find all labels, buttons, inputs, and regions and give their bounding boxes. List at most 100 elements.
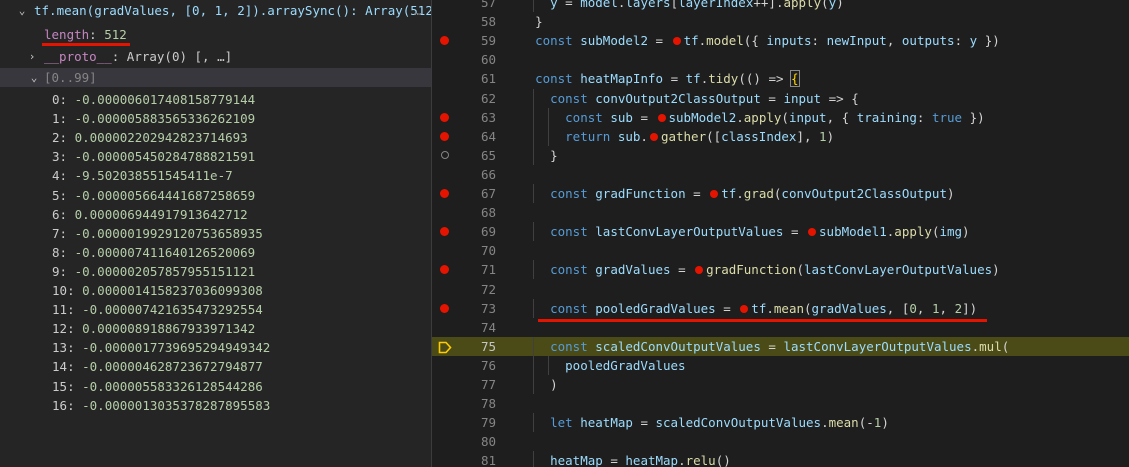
code-line[interactable]: 79 let heatMap = scaledConvOutputValues.… <box>432 413 1129 433</box>
array-item-value: 0.000008918867933971342 <box>82 321 256 337</box>
line-number: 57 <box>480 0 496 10</box>
array-item-value: -0.000001992912075365893​5 <box>74 225 263 241</box>
array-item-index: 12 <box>52 321 68 337</box>
inline-breakpoint-icon[interactable] <box>808 228 817 237</box>
array-item-row[interactable]: 3: -0.000005450284788821591 <box>0 147 431 166</box>
array-item-index: 6 <box>52 206 60 222</box>
inline-breakpoint-icon[interactable] <box>649 132 658 141</box>
array-item-row[interactable]: 10: 0.000001415823703609930​8 <box>0 281 431 300</box>
line-number: 67 <box>480 186 496 201</box>
code-line[interactable]: 61 const heatMapInfo = tf.tidy(() => { <box>432 69 1129 88</box>
array-item-row[interactable]: 7: -0.000001992912075365893​5 <box>0 224 431 243</box>
breakpoint-icon[interactable] <box>440 36 449 46</box>
line-number: 79 <box>480 415 496 431</box>
array-item-row[interactable]: 15: -0.000005583326128544286 <box>0 377 431 396</box>
line-number: 58 <box>480 14 496 30</box>
code-line[interactable]: 80 <box>432 432 1129 451</box>
array-item-index: 8 <box>52 244 60 260</box>
inline-breakpoint-icon[interactable] <box>710 190 719 198</box>
array-item-row[interactable]: 6: 0.000006944917913642712 <box>0 205 431 224</box>
code-line[interactable]: 81 heatMap = heatMap.relu() <box>432 451 1129 467</box>
line-number: 76 <box>480 357 496 373</box>
array-item-row[interactable]: 2: 0.0000022029428237146​93 <box>0 128 431 147</box>
length-value: 512 <box>104 27 127 42</box>
code-line[interactable]: 66 <box>432 165 1129 184</box>
array-item-index: 15 <box>52 378 68 394</box>
inline-breakpoint-icon[interactable] <box>740 304 749 313</box>
array-item-row[interactable]: 9: -0.000002057857955151121 <box>0 262 431 281</box>
variable-group-row[interactable]: ⌄ [0..99] <box>0 68 431 87</box>
line-number: 78 <box>480 396 496 412</box>
code-line[interactable]: 62 const convOutput2ClassOutput = input … <box>432 88 1129 108</box>
code-line[interactable]: 71 const gradValues = gradFunction(lastC… <box>432 260 1129 280</box>
line-number: 81 <box>480 453 496 467</box>
breakpoint-icon[interactable] <box>440 189 449 198</box>
code-line[interactable]: 70 <box>432 241 1129 260</box>
array-item-value: -0.000001773969529494934​2 <box>82 340 271 356</box>
disabled-breakpoint-icon[interactable] <box>441 150 449 159</box>
code-line[interactable]: 78 <box>432 394 1129 413</box>
line-number: 75 <box>480 338 496 354</box>
inline-breakpoint-icon[interactable] <box>672 37 681 46</box>
array-item-row[interactable]: 4: -9.502038551545411e-7 <box>0 166 431 185</box>
chevron-right-icon[interactable]: › <box>26 47 38 66</box>
breakpoint-icon[interactable] <box>440 112 449 122</box>
code-text: ) <box>550 377 558 392</box>
code-text: const heatMapInfo = tf.tidy(() => { <box>535 70 800 88</box>
line-number: 72 <box>480 281 496 297</box>
array-item-row[interactable]: 11: -0.000007421635473292554 <box>0 300 431 319</box>
variable-proto-row[interactable]: › __proto__: Array(0) [, …] <box>0 47 431 66</box>
line-number: 71 <box>480 262 496 278</box>
code-text: const gradValues = gradFunction(lastConv… <box>550 262 1000 278</box>
array-item-index: 7 <box>52 225 60 241</box>
code-text: y = model.layers[layerIndex++].apply(y) <box>550 0 844 10</box>
group-range-label: [0..99] <box>44 70 97 85</box>
inline-breakpoint-icon[interactable] <box>695 266 704 275</box>
code-line[interactable]: 73 const pooledGradValues = tf.mean(grad… <box>432 298 1129 318</box>
code-line[interactable]: 72 <box>432 280 1129 299</box>
chevron-down-icon[interactable]: ⌄ <box>28 68 40 87</box>
code-line[interactable]: 64 return sub. gather([classIndex], 1) <box>432 126 1129 146</box>
line-number: 62 <box>480 90 496 106</box>
code-editor[interactable]: 57 y = model.layers[layerIndex++].apply(… <box>432 0 1129 467</box>
code-line[interactable]: 58 } <box>432 12 1129 31</box>
breakpoint-icon[interactable] <box>440 303 449 313</box>
code-line[interactable]: 67 const gradFunction = tf.grad(convOutp… <box>432 184 1129 203</box>
variable-length-row[interactable]: length: 512 <box>0 25 431 44</box>
array-item-row[interactable]: 8: -0.000007411640126520069 <box>0 243 431 262</box>
code-line[interactable]: 60 <box>432 50 1129 69</box>
code-line[interactable]: 68 <box>432 203 1129 222</box>
array-item-index: 13 <box>52 340 68 356</box>
array-item-index: 0 <box>52 92 60 107</box>
code-line[interactable]: 57 y = model.layers[layerIndex++].apply(… <box>432 0 1129 12</box>
line-number: 60 <box>480 52 496 68</box>
code-text: const subModel2 = tf.model({ inputs: new… <box>535 33 1000 49</box>
code-line[interactable]: 77 ) <box>432 375 1129 394</box>
breakpoint-icon[interactable] <box>440 227 449 237</box>
breakpoint-icon[interactable] <box>440 265 449 275</box>
code-line[interactable]: 75 const scaledConvOutputValues = lastCo… <box>432 336 1129 356</box>
array-item-value: -0.000005664441687258659 <box>74 187 256 203</box>
code-text: } <box>535 14 543 30</box>
array-item-row[interactable]: 16: -0.000001303537828789558​3 <box>0 396 431 415</box>
breakpoint-icon[interactable] <box>440 131 449 141</box>
variable-header-row[interactable]: ⌄ tf.mean(gradValues, [0, 1, 2]).arraySy… <box>0 1 431 20</box>
array-item-row[interactable]: 13: -0.000001773969529494934​2 <box>0 338 431 357</box>
array-item-row[interactable]: 14: -0.000004628723672794877 <box>0 357 431 376</box>
array-item-value: -0.000002057857955151121 <box>74 263 256 279</box>
array-item-row[interactable]: 5: -0.000005664441687258659 <box>0 186 431 205</box>
code-text: pooledGradValues <box>565 357 686 373</box>
array-item-row[interactable]: 0: -0.000006017408158779144 <box>0 90 431 109</box>
chevron-down-icon[interactable]: ⌄ <box>16 1 28 20</box>
code-line[interactable]: 76 pooledGradValues <box>432 355 1129 375</box>
array-item-row[interactable]: 1: -0.0000058835653362621​09 <box>0 109 431 128</box>
proto-value: Array(0) [, …] <box>126 49 233 64</box>
array-item-row[interactable]: 12: 0.000008918867933971342 <box>0 319 431 338</box>
overflow-ellipsis: … <box>414 3 422 18</box>
array-item-value: -0.000007421635473292554 <box>82 302 263 318</box>
code-line[interactable]: 63 const sub = subModel2.apply(input, { … <box>432 107 1129 127</box>
code-line[interactable]: 69 const lastConvLayerOutputValues = sub… <box>432 222 1129 242</box>
code-line[interactable]: 65 } <box>432 145 1129 165</box>
inline-breakpoint-icon[interactable] <box>657 113 666 122</box>
code-line[interactable]: 59 const subModel2 = tf.model({ inputs: … <box>432 31 1129 50</box>
